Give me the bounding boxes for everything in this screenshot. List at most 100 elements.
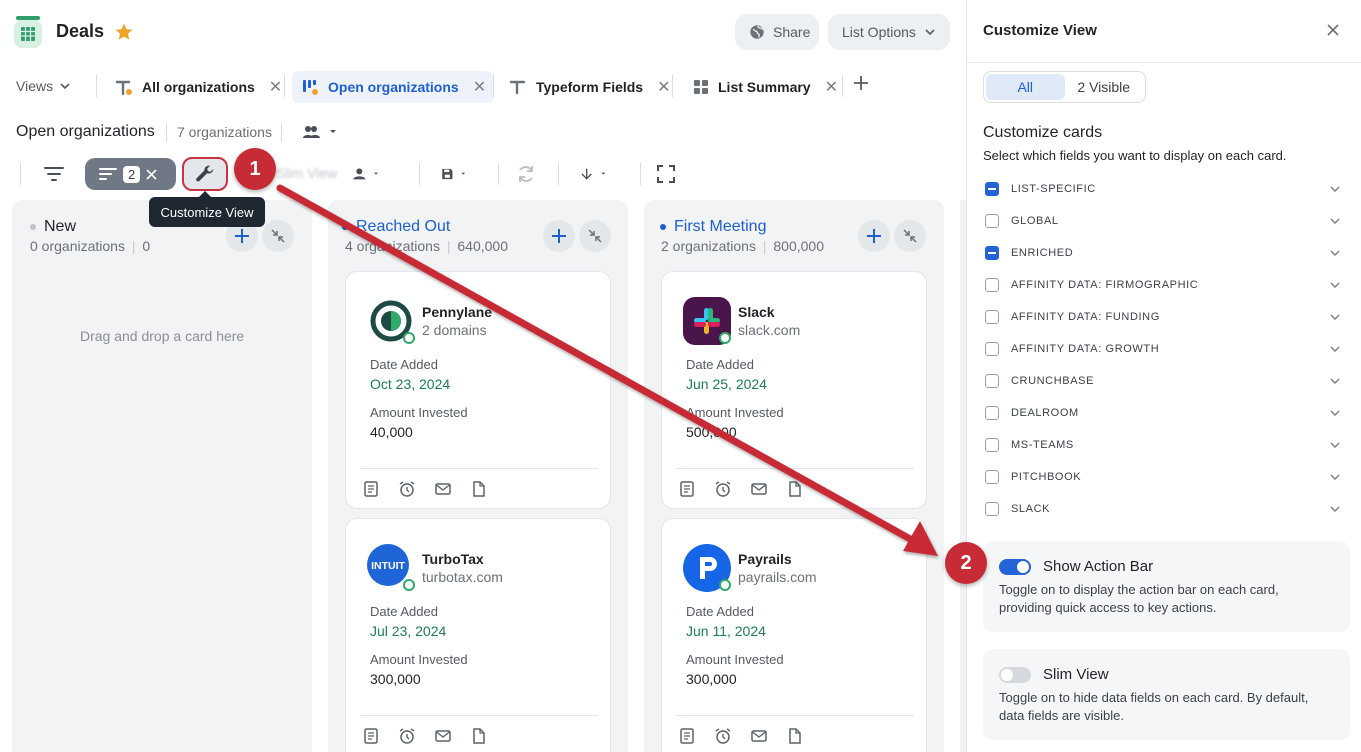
field-group-checkbox[interactable] [985, 470, 999, 484]
note-icon[interactable] [362, 727, 380, 745]
field-group-checkbox[interactable] [985, 214, 999, 228]
slim-view-toggle[interactable] [999, 667, 1031, 683]
note-icon[interactable] [678, 727, 696, 745]
date-added-label: Date Added [370, 604, 438, 619]
amount-invested-label: Amount Invested [370, 405, 468, 420]
email-icon[interactable] [750, 727, 768, 745]
field-group-checkbox[interactable] [985, 406, 999, 420]
chevron-down-icon[interactable] [1329, 311, 1341, 323]
download-icon[interactable] [580, 160, 608, 188]
field-group-row[interactable]: PITCHBOOK [985, 467, 1341, 487]
reminder-icon[interactable] [714, 480, 732, 498]
chevron-down-icon[interactable] [1329, 471, 1341, 483]
chevron-down-icon[interactable] [1329, 439, 1341, 451]
deal-card[interactable]: Pennylane 2 domains Date Added Oct 23, 2… [345, 271, 611, 509]
collapse-column-button[interactable] [579, 220, 611, 252]
segment-all[interactable]: All [986, 74, 1065, 100]
field-group-checkbox[interactable] [985, 374, 999, 388]
field-group-checkbox[interactable] [985, 278, 999, 292]
organization-name[interactable]: Slack [738, 304, 775, 320]
field-group-row[interactable]: AFFINITY DATA: FUNDING [985, 307, 1341, 327]
email-icon[interactable] [434, 480, 452, 498]
tab-typeform-fields[interactable]: Typeform Fields ✕ [500, 71, 679, 103]
note-icon[interactable] [678, 480, 696, 498]
divider [360, 715, 598, 716]
file-icon[interactable] [470, 480, 488, 498]
list-options-label: List Options [842, 24, 916, 40]
tab-all-organizations[interactable]: All organizations ✕ [106, 71, 290, 103]
file-icon[interactable] [470, 727, 488, 745]
field-group-checkbox[interactable] [985, 310, 999, 324]
chevron-down-icon[interactable] [1329, 503, 1341, 515]
field-group-checkbox[interactable] [985, 342, 999, 356]
chevron-down-icon[interactable] [1329, 247, 1341, 259]
deal-card[interactable]: INTUIT TurboTax turbotax.com Date Added … [345, 518, 611, 752]
people-filter-dropdown[interactable] [302, 124, 338, 140]
field-group-checkbox[interactable] [985, 502, 999, 516]
deal-card[interactable]: Slack slack.com Date Added Jun 25, 2024 … [661, 271, 927, 509]
field-group-checkbox[interactable] [985, 182, 999, 196]
organization-name[interactable]: Pennylane [422, 304, 492, 320]
field-group-row[interactable]: LIST-SPECIFIC [985, 179, 1341, 199]
email-icon[interactable] [434, 727, 452, 745]
organization-name[interactable]: Payrails [738, 551, 792, 567]
field-group-row[interactable]: GLOBAL [985, 211, 1341, 231]
email-icon[interactable] [750, 480, 768, 498]
field-group-row[interactable]: AFFINITY DATA: FIRMOGRAPHIC [985, 275, 1341, 295]
collapse-column-button[interactable] [262, 220, 294, 252]
chevron-down-icon[interactable] [1329, 215, 1341, 227]
close-icon[interactable]: ✕ [825, 77, 838, 97]
chevron-down-icon[interactable] [1329, 375, 1341, 387]
share-button[interactable]: Share [735, 14, 819, 50]
chevron-down-icon[interactable] [1329, 279, 1341, 291]
field-group-row[interactable]: DEALROOM [985, 403, 1341, 423]
close-icon[interactable]: ✕ [473, 77, 486, 97]
organization-name[interactable]: TurboTax [422, 551, 484, 567]
chevron-down-icon[interactable] [1329, 407, 1341, 419]
add-card-button[interactable] [543, 220, 575, 252]
option-title: Slim View [1043, 666, 1109, 683]
save-icon[interactable] [441, 160, 469, 188]
field-group-checkbox[interactable] [985, 438, 999, 452]
favorite-star-icon[interactable] [114, 22, 134, 42]
refresh-icon[interactable] [512, 160, 540, 188]
collapse-column-button[interactable] [894, 220, 926, 252]
field-group-row[interactable]: AFFINITY DATA: GROWTH [985, 339, 1341, 359]
note-icon[interactable] [362, 480, 380, 498]
close-icon[interactable]: ✕ [269, 77, 282, 97]
chevron-down-icon[interactable] [1329, 183, 1341, 195]
close-icon[interactable] [1326, 23, 1340, 37]
field-group-row[interactable]: ENRICHED [985, 243, 1341, 263]
clear-sort-icon[interactable] [146, 168, 157, 180]
add-card-button[interactable] [858, 220, 890, 252]
column-amount: 800,000 [773, 238, 824, 254]
sort-chip[interactable]: 2 [85, 158, 176, 190]
field-group-row[interactable]: CRUNCHBASE [985, 371, 1341, 391]
assignee-icon[interactable] [352, 160, 380, 188]
tab-open-organizations[interactable]: Open organizations ✕ [292, 71, 495, 103]
field-group-checkbox[interactable] [985, 246, 999, 260]
customize-view-button[interactable] [182, 157, 228, 191]
reminder-icon[interactable] [398, 480, 416, 498]
field-group-row[interactable]: SLACK [985, 499, 1341, 519]
file-icon[interactable] [786, 480, 804, 498]
reminder-icon[interactable] [714, 727, 732, 745]
deal-card[interactable]: Payrails payrails.com Date Added Jun 11,… [661, 518, 927, 752]
filter-icon[interactable] [40, 160, 68, 188]
reminder-icon[interactable] [398, 727, 416, 745]
add-tab-button[interactable] [852, 74, 870, 92]
fullscreen-icon[interactable] [652, 160, 680, 188]
chevron-down-icon[interactable] [1329, 343, 1341, 355]
list-options-button[interactable]: List Options [828, 14, 950, 50]
show-action-bar-toggle[interactable] [999, 559, 1031, 575]
meta-separator: | [446, 238, 451, 254]
sort-count-badge: 2 [123, 165, 141, 183]
field-group-row[interactable]: MS-TEAMS [985, 435, 1341, 455]
column-new: New 0 organizations | 0 Drag and drop a … [12, 200, 312, 752]
tab-list-summary[interactable]: List Summary ✕ [684, 71, 846, 103]
segment-visible[interactable]: 2 Visible [1065, 74, 1144, 100]
divider [676, 715, 914, 716]
close-icon[interactable]: ✕ [657, 77, 670, 97]
file-icon[interactable] [786, 727, 804, 745]
views-dropdown[interactable]: Views [16, 78, 71, 94]
